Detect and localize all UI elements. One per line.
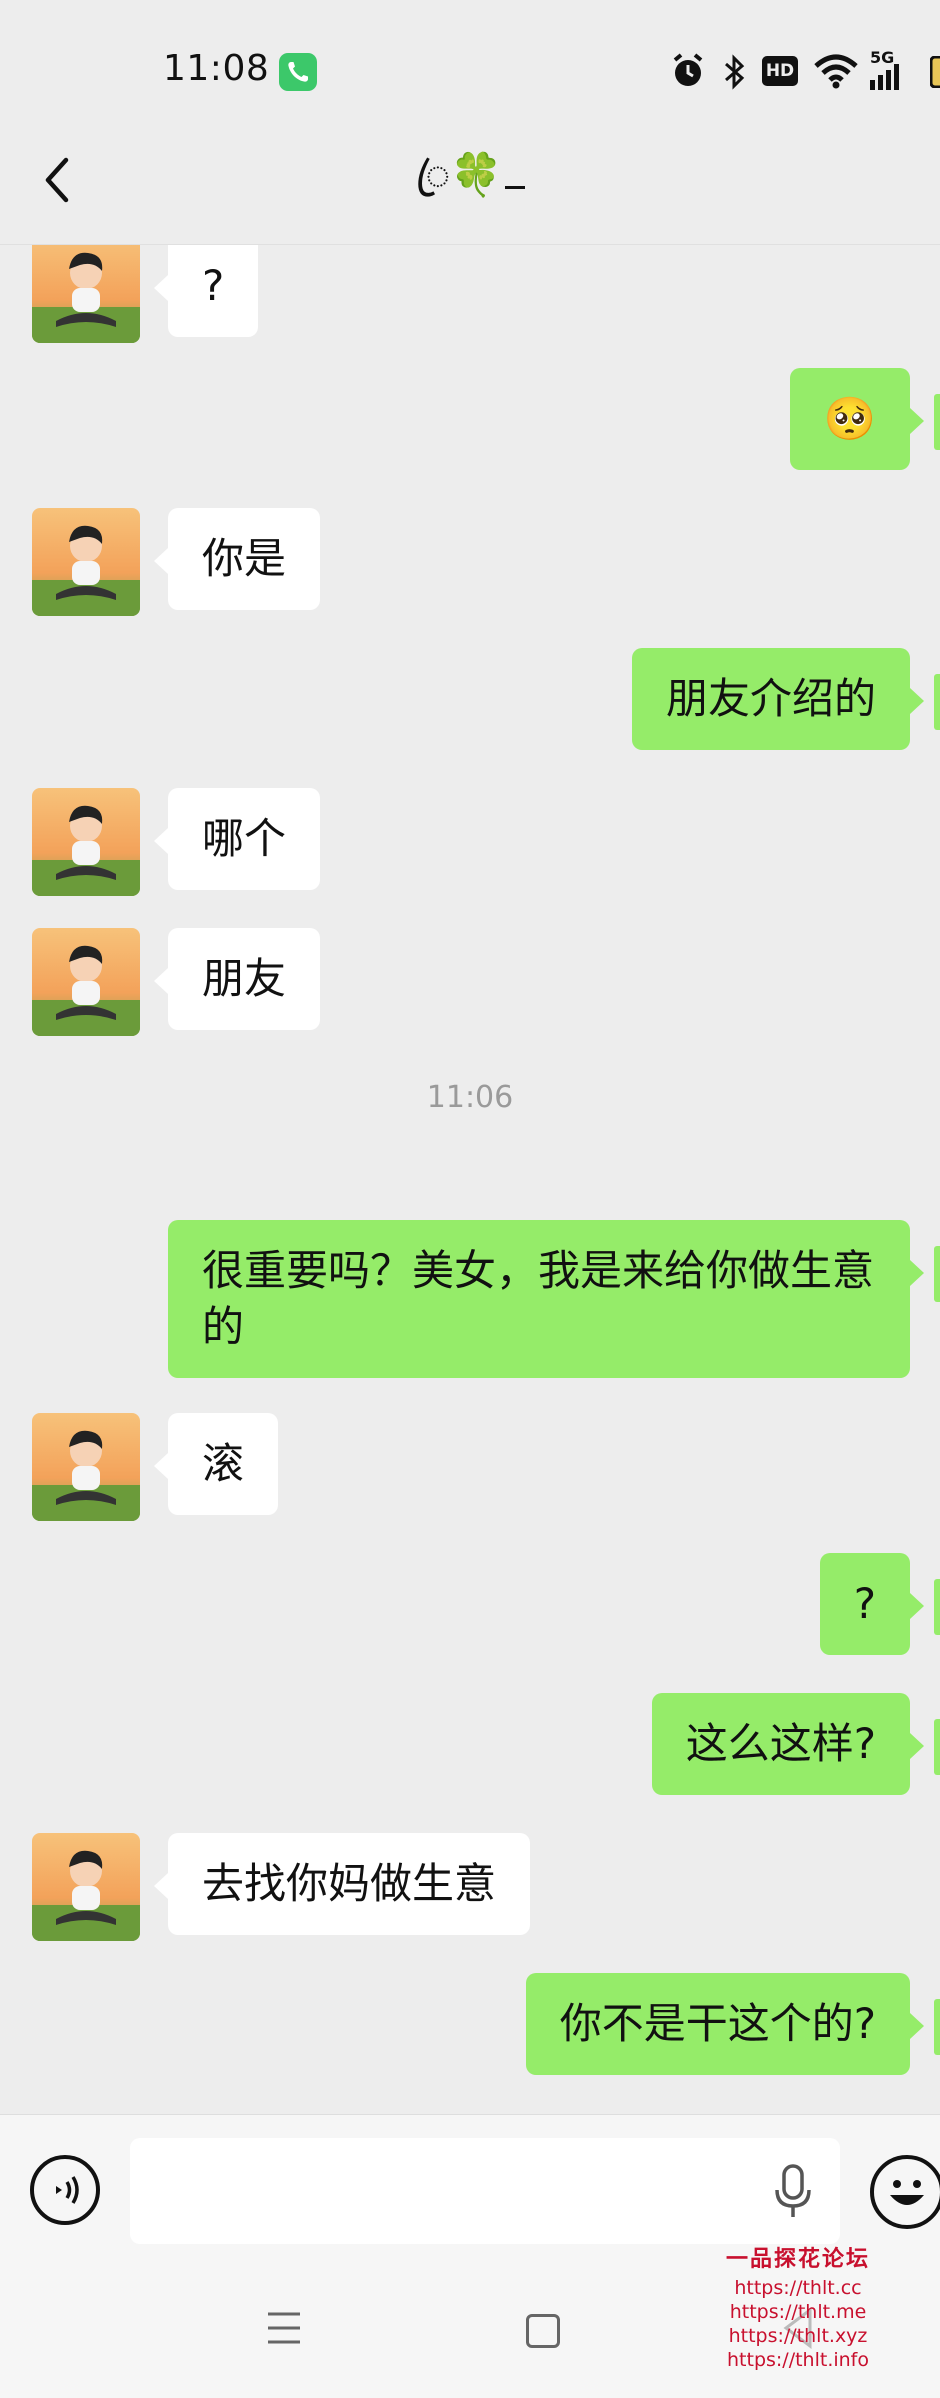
status-time: 11:08 (163, 48, 270, 89)
message-bubble[interactable]: 朋友介绍的 (631, 648, 925, 750)
contact-avatar[interactable] (32, 1413, 140, 1521)
voice-button[interactable] (30, 2155, 100, 2225)
own-avatar-edge (934, 1579, 940, 1635)
alarm-icon (673, 53, 703, 86)
own-avatar-edge (934, 1246, 940, 1302)
message-list[interactable]: ? 🥺 你是朋友介绍的哪个朋友 11:06 很重要吗？美女，我是来给你做生意的滚? 这么这… (0, 245, 940, 2115)
own-avatar-edge (934, 1719, 940, 1775)
mic-icon[interactable] (771, 2162, 815, 2222)
phone-call-icon (279, 53, 317, 91)
message-bubble[interactable]: 朋友 (153, 928, 321, 1030)
watermark-url: https://thlt.xyz (728, 2325, 868, 2347)
recent-apps-button[interactable] (264, 2310, 304, 2346)
message-bubble[interactable]: 很重要吗？美女，我是来给你做生意的 (168, 1220, 924, 1378)
emoji-button[interactable] (870, 2155, 940, 2229)
message-bubble[interactable]: 去找你妈做生意 (153, 1833, 531, 1935)
contact-avatar[interactable] (32, 508, 140, 616)
emoji-icon (890, 2180, 924, 2205)
watermark: 一品探花论坛 https://thlt.cc https://thlt.me h… (708, 2242, 888, 2372)
battery-icon (930, 56, 940, 88)
contact-avatar[interactable] (32, 788, 140, 896)
chat-title: ꦿ🍀 (0, 145, 940, 205)
watermark-title: 一品探花论坛 (725, 2246, 870, 2272)
message-bubble[interactable]: ? (153, 245, 259, 337)
watermark-url: https://thlt.cc (734, 2277, 862, 2299)
bluetooth-icon (725, 54, 745, 90)
home-button[interactable] (526, 2314, 560, 2348)
contact-avatar[interactable] (32, 245, 140, 343)
wifi-icon (814, 54, 858, 89)
message-bubble[interactable]: 你是 (153, 508, 321, 610)
message-bubble[interactable]: 🥺 (789, 368, 925, 470)
contact-avatar[interactable] (32, 928, 140, 1036)
voice-icon (56, 2176, 79, 2204)
message-bubble[interactable]: 你不是干这个的? (525, 1973, 925, 2075)
own-avatar-edge (934, 674, 940, 730)
message-bubble[interactable]: 滚 (153, 1413, 279, 1515)
own-avatar-edge (934, 1999, 940, 2055)
message-bubble[interactable]: 哪个 (153, 788, 321, 890)
watermark-url: https://thlt.me (729, 2301, 867, 2323)
contact-avatar[interactable] (32, 1833, 140, 1941)
own-avatar-edge (934, 394, 940, 450)
title-emoji: 🍀 (450, 150, 503, 199)
status-bar (0, 0, 940, 140)
title-prefix: ꦿ (415, 150, 451, 199)
message-timestamp: 11:06 (426, 1080, 514, 1115)
message-bubble[interactable]: 这么这样? (651, 1693, 925, 1795)
message-bubble[interactable]: ? (819, 1553, 925, 1655)
hd-icon: HD (762, 56, 798, 86)
signal-icon (870, 64, 899, 90)
menu-icon (268, 2312, 300, 2344)
watermark-url: https://thlt.info (727, 2349, 869, 2371)
message-input[interactable] (130, 2138, 840, 2244)
